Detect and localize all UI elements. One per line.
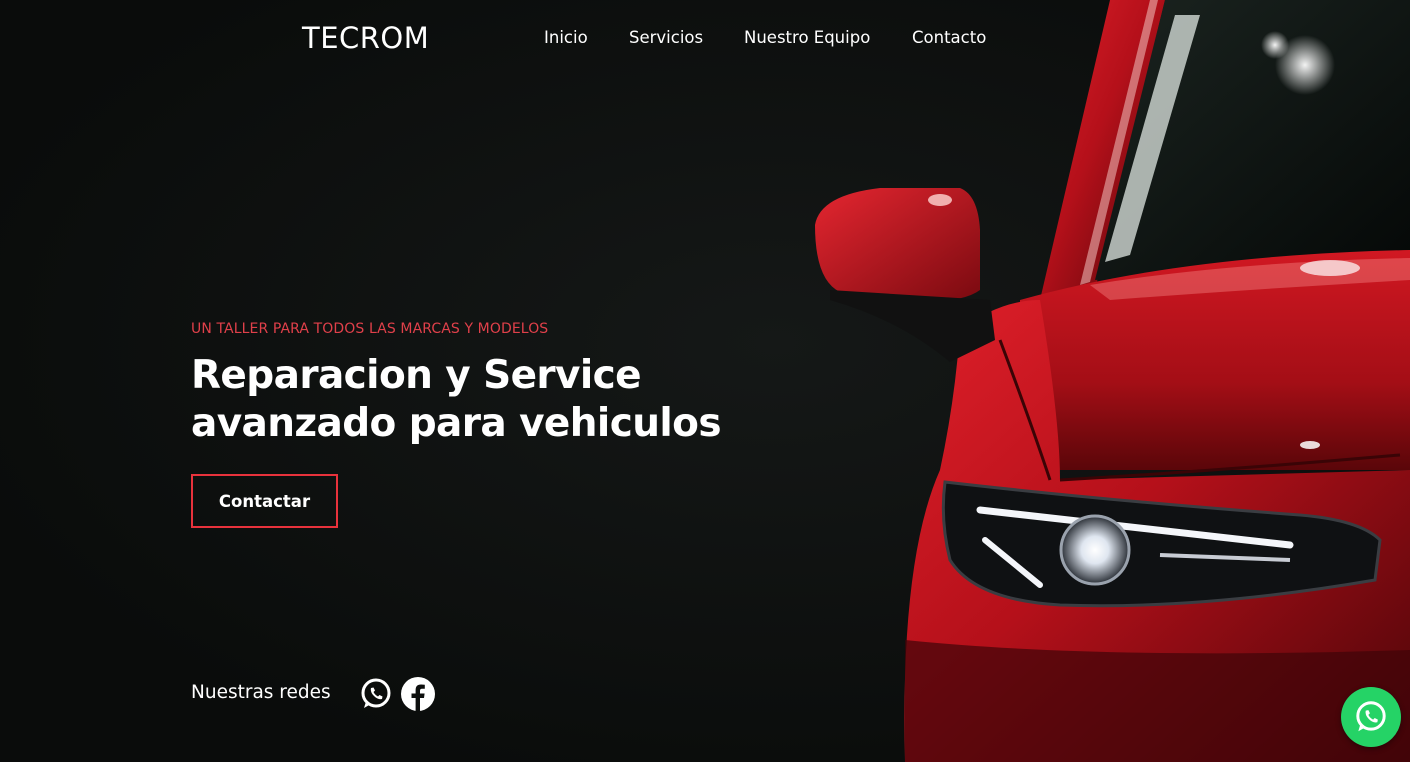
facebook-icon[interactable]: [400, 676, 436, 712]
hero-headline-line1: Reparacion y Service: [191, 353, 642, 398]
hero-eyebrow: UN TALLER PARA TODOS LAS MARCAS Y MODELO…: [191, 321, 549, 337]
nav-link-inicio[interactable]: Inicio: [544, 27, 588, 49]
floating-whatsapp-button[interactable]: [1341, 687, 1401, 747]
hero-headline: Reparacion y Service avanzado para vehic…: [191, 352, 791, 448]
whatsapp-icon[interactable]: [358, 676, 394, 712]
navbar: TECROM Inicio Servicios Nuestro Equipo C…: [0, 0, 1410, 76]
nav-link-contacto[interactable]: Contacto: [912, 27, 986, 49]
brand-logo[interactable]: TECROM: [302, 20, 429, 56]
whatsapp-icon: [1356, 701, 1386, 732]
nav-link-nuestro-equipo[interactable]: Nuestro Equipo: [744, 27, 870, 49]
nav-link-servicios[interactable]: Servicios: [629, 27, 703, 49]
contact-button[interactable]: Contactar: [191, 474, 338, 528]
social-label: Nuestras redes: [191, 682, 331, 703]
hero-headline-line2: avanzado para vehiculos: [191, 401, 722, 446]
